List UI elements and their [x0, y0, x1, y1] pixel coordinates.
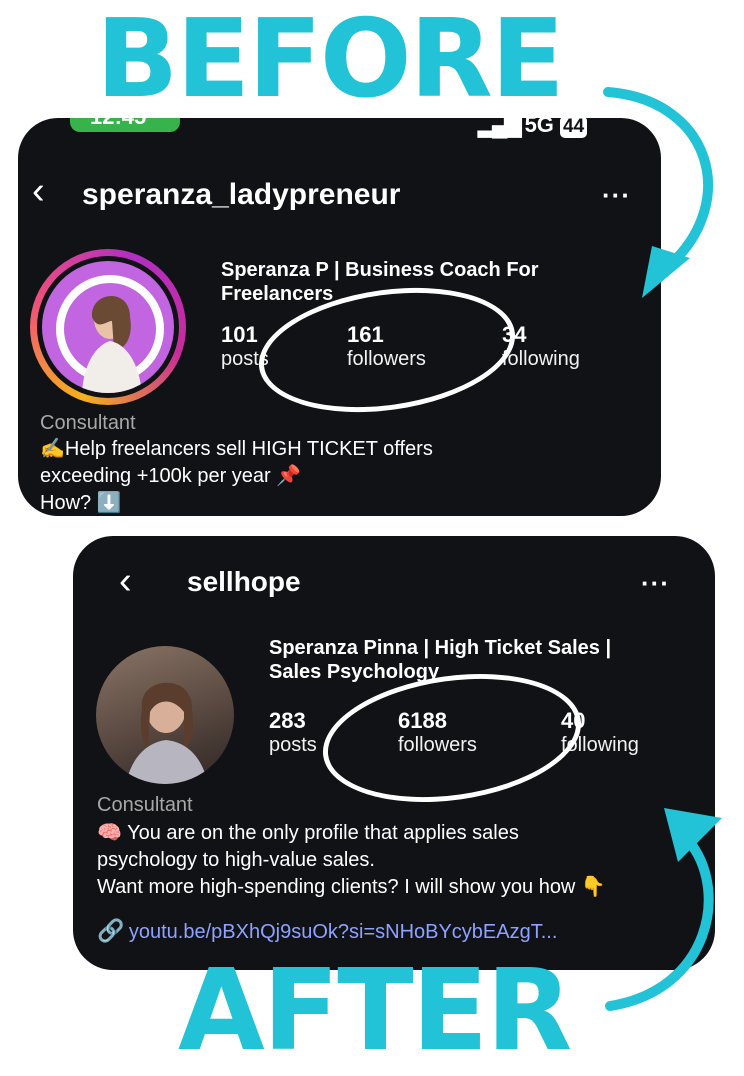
battery-icon: 44	[560, 118, 588, 138]
back-chevron-icon[interactable]: ‹	[32, 172, 45, 210]
profile-category: Consultant	[97, 794, 193, 816]
profile-username: speranza_ladypreneur	[82, 178, 401, 211]
profile-username: sellhope	[187, 566, 301, 597]
before-heading: BEFORE	[96, 0, 565, 122]
profile-category: Consultant	[40, 412, 136, 434]
link-icon: 🔗	[97, 918, 125, 943]
after-heading: AFTER	[178, 946, 572, 1076]
curved-arrow-after	[605, 808, 722, 1011]
profile-link[interactable]: 🔗 youtu.be/pBXhQj9suOk?si=sNHoBYcybEAzgT…	[97, 918, 557, 944]
profile-avatar[interactable]	[96, 646, 234, 784]
stat-posts-value: 283	[269, 708, 306, 733]
stat-posts[interactable]: 283 posts	[269, 708, 317, 757]
more-options-icon[interactable]: ···	[641, 568, 670, 599]
curved-arrow-before	[603, 87, 713, 298]
stat-following-label: following	[502, 348, 580, 370]
profile-bio: ✍️Help freelancers sell HIGH TICKET offe…	[40, 438, 433, 514]
profile-avatar[interactable]	[30, 249, 186, 405]
back-chevron-icon[interactable]: ‹	[119, 562, 132, 600]
profile-link-text: youtu.be/pBXhQj9suOk?si=sNHoBYcybEAzgT..…	[128, 921, 558, 943]
stat-posts-value: 101	[221, 322, 258, 347]
stat-posts-label: posts	[269, 734, 317, 756]
